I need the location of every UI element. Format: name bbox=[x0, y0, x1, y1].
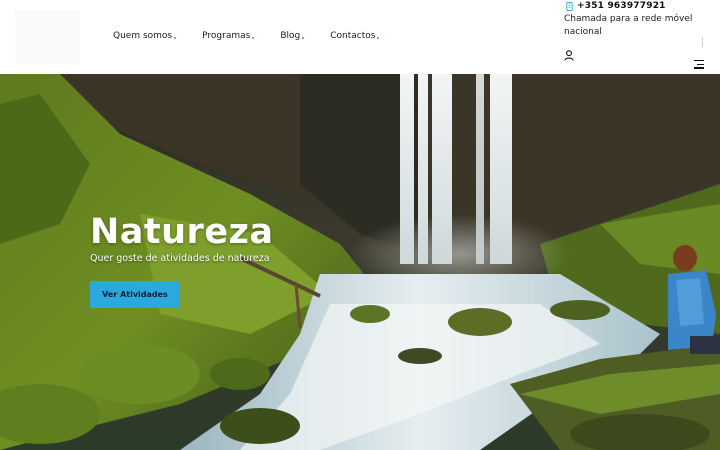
hero-banner: Natureza Quer goste de atividades de nat… bbox=[0, 74, 720, 450]
main-nav: Quem somos Programas Blog Contactos bbox=[113, 31, 405, 41]
nav-dot-icon bbox=[252, 37, 255, 39]
nav-dot-icon bbox=[302, 37, 305, 39]
user-icon[interactable] bbox=[564, 46, 574, 61]
nav-item-programas[interactable]: Programas bbox=[202, 31, 255, 41]
nav-item-label: Blog bbox=[280, 31, 301, 41]
nav-item-contactos[interactable]: Contactos bbox=[330, 31, 380, 41]
site-header: Quem somos Programas Blog Contactos +351… bbox=[0, 0, 720, 74]
contact-block: +351 963977921 Chamada para a rede móvel… bbox=[564, 0, 720, 61]
scrollbar-track bbox=[702, 37, 703, 47]
menu-icon[interactable] bbox=[692, 60, 704, 70]
nav-item-quem-somos[interactable]: Quem somos bbox=[113, 31, 177, 41]
nav-item-label: Quem somos bbox=[113, 31, 173, 41]
nav-item-label: Programas bbox=[202, 31, 251, 41]
hero-subtitle: Quer goste de atividades de natureza bbox=[90, 253, 270, 264]
nav-dot-icon bbox=[377, 37, 380, 39]
logo[interactable] bbox=[15, 10, 80, 64]
nav-dot-icon bbox=[174, 37, 177, 39]
phone-row[interactable]: +351 963977921 bbox=[564, 0, 720, 12]
hero-title: Natureza bbox=[90, 212, 274, 252]
nav-item-blog[interactable]: Blog bbox=[280, 31, 305, 41]
view-activities-button[interactable]: Ver Atividades bbox=[90, 281, 180, 308]
phone-note: Chamada para a rede móvel nacional bbox=[564, 14, 693, 37]
phone-number[interactable]: +351 963977921 bbox=[577, 1, 666, 11]
nav-item-label: Contactos bbox=[330, 31, 376, 41]
phone-icon bbox=[564, 1, 574, 11]
